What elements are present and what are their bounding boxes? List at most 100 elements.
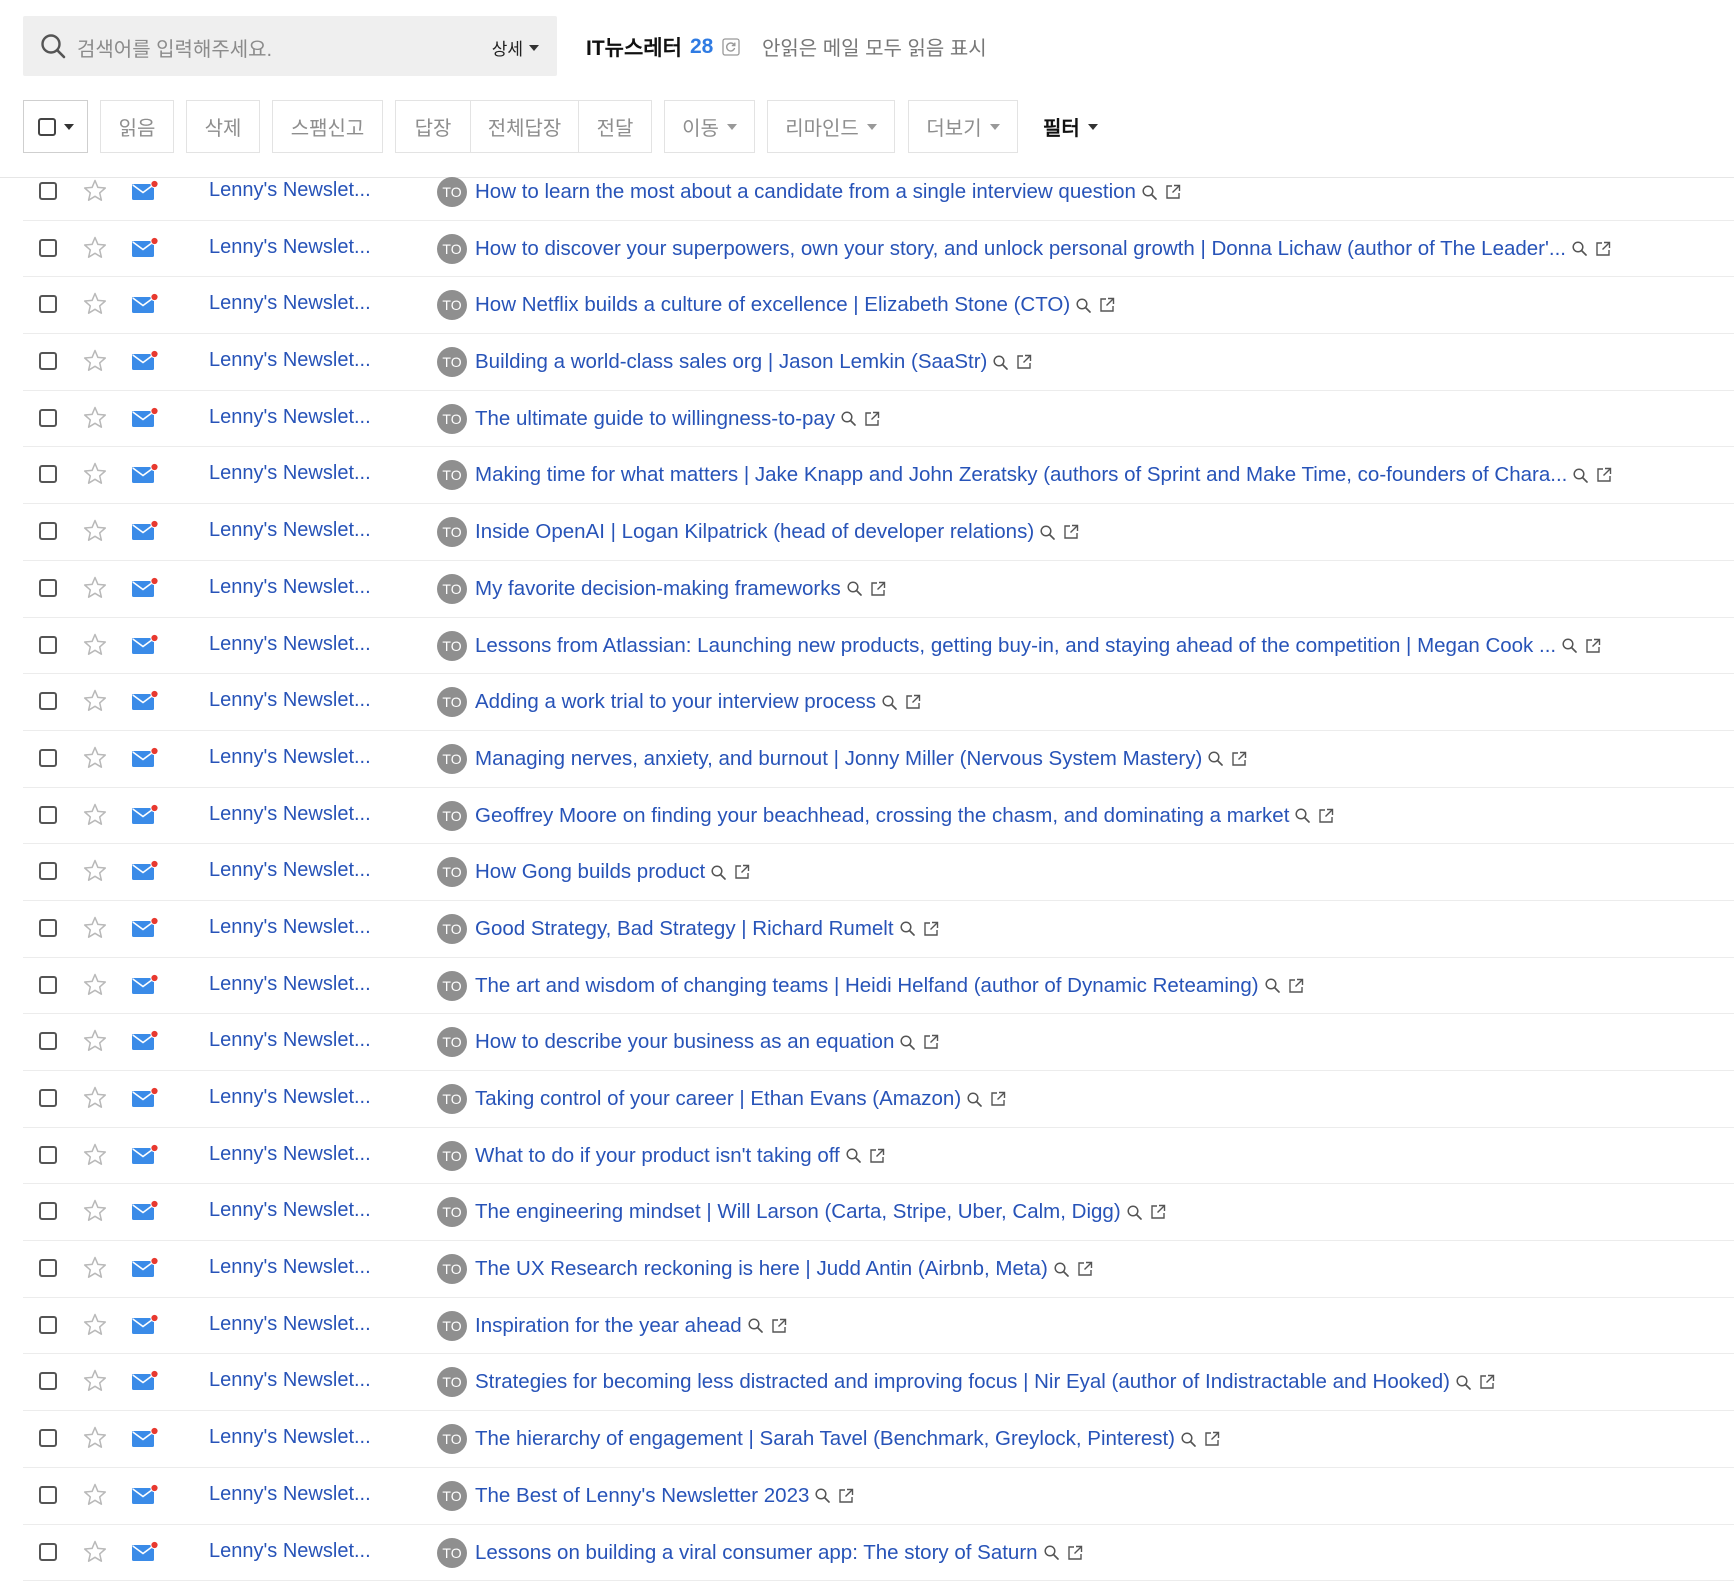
sender-name[interactable]: Lenny's Newslet... <box>209 1540 371 1563</box>
open-new-window-icon[interactable] <box>1098 296 1116 314</box>
subject-link[interactable]: Managing nerves, anxiety, and burnout | … <box>475 747 1202 771</box>
open-new-window-icon[interactable] <box>922 920 940 938</box>
sender-name[interactable]: Lenny's Newslet... <box>209 1483 371 1506</box>
message-row[interactable]: Lenny's Newslet...TOAdding a work trial … <box>0 674 1734 731</box>
star-icon[interactable] <box>82 972 108 998</box>
search-icon[interactable] <box>1207 750 1224 767</box>
unread-mail-icon[interactable] <box>131 180 159 202</box>
reply-button[interactable]: 답장 <box>395 100 471 153</box>
refresh-icon[interactable] <box>722 38 740 56</box>
unread-mail-icon[interactable] <box>131 1314 159 1336</box>
row-checkbox[interactable] <box>39 239 57 257</box>
open-new-window-icon[interactable] <box>1164 183 1182 201</box>
sender-name[interactable]: Lenny's Newslet... <box>209 1199 371 1222</box>
star-icon[interactable] <box>82 1482 108 1508</box>
subject-link[interactable]: The ultimate guide to willingness-to-pay <box>475 407 835 431</box>
sender-name[interactable]: Lenny's Newslet... <box>209 1143 371 1166</box>
subject-link[interactable]: How Netflix builds a culture of excellen… <box>475 293 1070 317</box>
search-icon[interactable] <box>899 920 916 937</box>
message-row[interactable]: Lenny's Newslet...TOHow to describe your… <box>0 1014 1734 1071</box>
row-checkbox[interactable] <box>39 1259 57 1277</box>
star-icon[interactable] <box>82 688 108 714</box>
search-icon[interactable] <box>710 864 727 881</box>
sender-name[interactable]: Lenny's Newslet... <box>209 292 371 315</box>
unread-mail-icon[interactable] <box>131 1030 159 1052</box>
row-checkbox[interactable] <box>39 862 57 880</box>
sender-name[interactable]: Lenny's Newslet... <box>209 1086 371 1109</box>
unread-mail-icon[interactable] <box>131 1087 159 1109</box>
search-input[interactable]: 검색어를 입력해주세요. <box>77 33 272 62</box>
row-checkbox[interactable] <box>39 522 57 540</box>
message-row[interactable]: Lenny's Newslet...TOHow Netflix builds a… <box>0 277 1734 334</box>
subject-link[interactable]: Lessons on building a viral consumer app… <box>475 1541 1038 1565</box>
unread-mail-icon[interactable] <box>131 804 159 826</box>
open-new-window-icon[interactable] <box>1584 637 1602 655</box>
message-row[interactable]: Lenny's Newslet...TOThe hierarchy of eng… <box>0 1411 1734 1468</box>
message-row[interactable]: Lenny's Newslet...TOStrategies for becom… <box>0 1354 1734 1411</box>
detail-search-dropdown[interactable]: 상세 <box>492 35 539 60</box>
search-icon[interactable] <box>845 1147 862 1164</box>
subject-link[interactable]: The engineering mindset | Will Larson (C… <box>475 1200 1121 1224</box>
message-row[interactable]: Lenny's Newslet...TOHow to discover your… <box>0 221 1734 278</box>
sender-name[interactable]: Lenny's Newslet... <box>209 973 371 996</box>
unread-count[interactable]: 28 <box>690 35 713 59</box>
mark-all-read-link[interactable]: 안읽은 메일 모두 읽음 표시 <box>762 32 987 61</box>
star-icon[interactable] <box>82 405 108 431</box>
star-icon[interactable] <box>82 745 108 771</box>
message-row[interactable]: Lenny's Newslet...TOLessons on building … <box>0 1525 1734 1581</box>
unread-mail-icon[interactable] <box>131 237 159 259</box>
sender-name[interactable]: Lenny's Newslet... <box>209 1256 371 1279</box>
row-checkbox[interactable] <box>39 976 57 994</box>
message-row[interactable]: Lenny's Newslet...TOInspiration for the … <box>0 1298 1734 1355</box>
row-checkbox[interactable] <box>39 1486 57 1504</box>
row-checkbox[interactable] <box>39 182 57 200</box>
sender-name[interactable]: Lenny's Newslet... <box>209 1426 371 1449</box>
open-new-window-icon[interactable] <box>1062 523 1080 541</box>
message-row[interactable]: Lenny's Newslet...TOHow Gong builds prod… <box>0 844 1734 901</box>
message-row[interactable]: Lenny's Newslet...TOThe art and wisdom o… <box>0 958 1734 1015</box>
row-checkbox[interactable] <box>39 636 57 654</box>
subject-link[interactable]: The UX Research reckoning is here | Judd… <box>475 1257 1048 1281</box>
open-new-window-icon[interactable] <box>863 410 881 428</box>
unread-mail-icon[interactable] <box>131 520 159 542</box>
message-row[interactable]: Lenny's Newslet...TOThe Best of Lenny's … <box>0 1468 1734 1525</box>
message-row[interactable]: Lenny's Newslet...TOThe UX Research reck… <box>0 1241 1734 1298</box>
star-icon[interactable] <box>82 178 108 204</box>
sender-name[interactable]: Lenny's Newslet... <box>209 1369 371 1392</box>
subject-link[interactable]: How to discover your superpowers, own yo… <box>475 237 1566 261</box>
star-icon[interactable] <box>82 1198 108 1224</box>
open-new-window-icon[interactable] <box>868 1147 886 1165</box>
unread-mail-icon[interactable] <box>131 1427 159 1449</box>
message-row[interactable]: Lenny's Newslet...TOLessons from Atlassi… <box>0 618 1734 675</box>
row-checkbox[interactable] <box>39 1089 57 1107</box>
open-new-window-icon[interactable] <box>989 1090 1007 1108</box>
open-new-window-icon[interactable] <box>1076 1260 1094 1278</box>
star-icon[interactable] <box>82 858 108 884</box>
open-new-window-icon[interactable] <box>904 693 922 711</box>
row-checkbox[interactable] <box>39 919 57 937</box>
search-icon[interactable] <box>1294 807 1311 824</box>
star-icon[interactable] <box>82 461 108 487</box>
unread-mail-icon[interactable] <box>131 577 159 599</box>
sender-name[interactable]: Lenny's Newslet... <box>209 746 371 769</box>
star-icon[interactable] <box>82 291 108 317</box>
row-checkbox[interactable] <box>39 352 57 370</box>
select-all-dropdown[interactable] <box>23 100 88 153</box>
open-new-window-icon[interactable] <box>869 580 887 598</box>
subject-link[interactable]: Making time for what matters | Jake Knap… <box>475 463 1567 487</box>
subject-link[interactable]: Inside OpenAI | Logan Kilpatrick (head o… <box>475 520 1034 544</box>
row-checkbox[interactable] <box>39 295 57 313</box>
search-icon[interactable] <box>899 1034 916 1051</box>
subject-link[interactable]: The hierarchy of engagement | Sarah Tave… <box>475 1427 1175 1451</box>
subject-link[interactable]: Geoffrey Moore on finding your beachhead… <box>475 804 1289 828</box>
star-icon[interactable] <box>82 348 108 374</box>
subject-link[interactable]: Taking control of your career | Ethan Ev… <box>475 1087 961 1111</box>
message-row[interactable]: Lenny's Newslet...TOTaking control of yo… <box>0 1071 1734 1128</box>
remind-dropdown[interactable]: 리마인드 <box>767 100 895 153</box>
search-icon[interactable] <box>1043 1544 1060 1561</box>
subject-link[interactable]: How to describe your business as an equa… <box>475 1030 894 1054</box>
search-icon[interactable] <box>1141 184 1158 201</box>
open-new-window-icon[interactable] <box>1149 1203 1167 1221</box>
subject-link[interactable]: Lessons from Atlassian: Launching new pr… <box>475 634 1556 658</box>
unread-mail-icon[interactable] <box>131 1200 159 1222</box>
